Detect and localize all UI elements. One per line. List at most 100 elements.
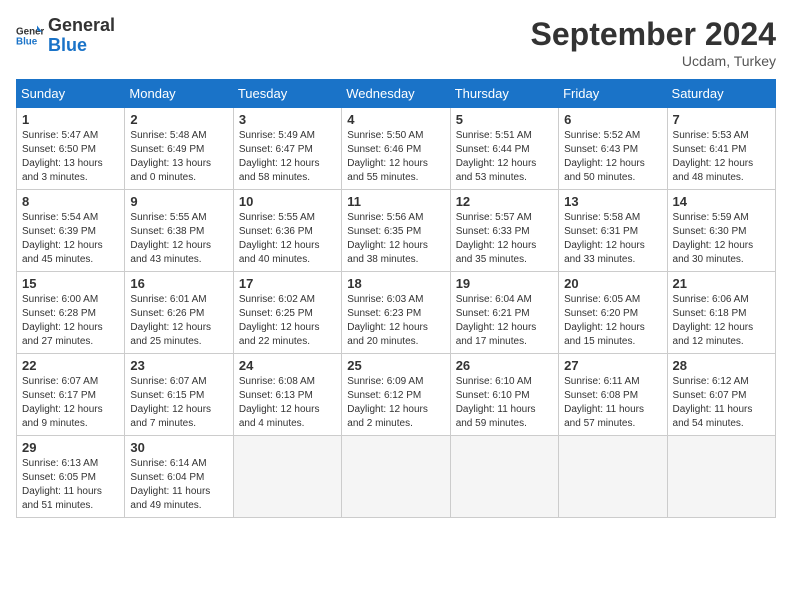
- day-cell-8: 8 Sunrise: 5:54 AM Sunset: 6:39 PM Dayli…: [17, 190, 125, 272]
- day-cell-7: 7 Sunrise: 5:53 AM Sunset: 6:41 PM Dayli…: [667, 108, 775, 190]
- svg-text:Blue: Blue: [16, 36, 38, 47]
- day-number: 4: [347, 112, 444, 127]
- day-info: Sunrise: 5:48 AM Sunset: 6:49 PM Dayligh…: [130, 129, 227, 185]
- day-info: Sunrise: 6:14 AM Sunset: 6:04 PM Dayligh…: [130, 457, 227, 513]
- calendar-table: Sunday Monday Tuesday Wednesday Thursday…: [16, 79, 776, 518]
- day-info: Sunrise: 6:08 AM Sunset: 6:13 PM Dayligh…: [239, 375, 336, 431]
- day-number: 8: [22, 194, 119, 209]
- day-number: 6: [564, 112, 661, 127]
- day-number: 24: [239, 358, 336, 373]
- weekday-header-row: Sunday Monday Tuesday Wednesday Thursday…: [17, 80, 776, 108]
- empty-cell: [450, 436, 558, 518]
- day-info: Sunrise: 6:02 AM Sunset: 6:25 PM Dayligh…: [239, 293, 336, 349]
- calendar-row: 29 Sunrise: 6:13 AM Sunset: 6:05 PM Dayl…: [17, 436, 776, 518]
- day-cell-5: 5 Sunrise: 5:51 AM Sunset: 6:44 PM Dayli…: [450, 108, 558, 190]
- day-info: Sunrise: 6:05 AM Sunset: 6:20 PM Dayligh…: [564, 293, 661, 349]
- day-cell-30: 30 Sunrise: 6:14 AM Sunset: 6:04 PM Dayl…: [125, 436, 233, 518]
- empty-cell: [233, 436, 341, 518]
- day-info: Sunrise: 5:47 AM Sunset: 6:50 PM Dayligh…: [22, 129, 119, 185]
- day-number: 21: [673, 276, 770, 291]
- day-cell-16: 16 Sunrise: 6:01 AM Sunset: 6:26 PM Dayl…: [125, 272, 233, 354]
- day-number: 12: [456, 194, 553, 209]
- day-cell-10: 10 Sunrise: 5:55 AM Sunset: 6:36 PM Dayl…: [233, 190, 341, 272]
- day-number: 30: [130, 440, 227, 455]
- day-cell-23: 23 Sunrise: 6:07 AM Sunset: 6:15 PM Dayl…: [125, 354, 233, 436]
- header-friday: Friday: [559, 80, 667, 108]
- day-info: Sunrise: 5:57 AM Sunset: 6:33 PM Dayligh…: [456, 211, 553, 267]
- day-cell-29: 29 Sunrise: 6:13 AM Sunset: 6:05 PM Dayl…: [17, 436, 125, 518]
- day-number: 29: [22, 440, 119, 455]
- day-info: Sunrise: 5:55 AM Sunset: 6:38 PM Dayligh…: [130, 211, 227, 267]
- day-cell-22: 22 Sunrise: 6:07 AM Sunset: 6:17 PM Dayl…: [17, 354, 125, 436]
- day-info: Sunrise: 6:12 AM Sunset: 6:07 PM Dayligh…: [673, 375, 770, 431]
- day-cell-11: 11 Sunrise: 5:56 AM Sunset: 6:35 PM Dayl…: [342, 190, 450, 272]
- day-number: 14: [673, 194, 770, 209]
- day-info: Sunrise: 5:58 AM Sunset: 6:31 PM Dayligh…: [564, 211, 661, 267]
- day-info: Sunrise: 6:00 AM Sunset: 6:28 PM Dayligh…: [22, 293, 119, 349]
- empty-cell: [559, 436, 667, 518]
- day-number: 18: [347, 276, 444, 291]
- day-cell-27: 27 Sunrise: 6:11 AM Sunset: 6:08 PM Dayl…: [559, 354, 667, 436]
- day-number: 20: [564, 276, 661, 291]
- day-info: Sunrise: 5:51 AM Sunset: 6:44 PM Dayligh…: [456, 129, 553, 185]
- day-cell-4: 4 Sunrise: 5:50 AM Sunset: 6:46 PM Dayli…: [342, 108, 450, 190]
- day-number: 13: [564, 194, 661, 209]
- calendar-row: 1 Sunrise: 5:47 AM Sunset: 6:50 PM Dayli…: [17, 108, 776, 190]
- day-number: 17: [239, 276, 336, 291]
- day-cell-3: 3 Sunrise: 5:49 AM Sunset: 6:47 PM Dayli…: [233, 108, 341, 190]
- calendar-row: 22 Sunrise: 6:07 AM Sunset: 6:17 PM Dayl…: [17, 354, 776, 436]
- month-title: September 2024: [531, 16, 776, 53]
- day-number: 10: [239, 194, 336, 209]
- day-info: Sunrise: 6:11 AM Sunset: 6:08 PM Dayligh…: [564, 375, 661, 431]
- day-number: 3: [239, 112, 336, 127]
- empty-cell: [667, 436, 775, 518]
- day-number: 15: [22, 276, 119, 291]
- day-cell-19: 19 Sunrise: 6:04 AM Sunset: 6:21 PM Dayl…: [450, 272, 558, 354]
- logo-icon: General Blue: [16, 22, 44, 50]
- day-info: Sunrise: 6:06 AM Sunset: 6:18 PM Dayligh…: [673, 293, 770, 349]
- day-info: Sunrise: 5:50 AM Sunset: 6:46 PM Dayligh…: [347, 129, 444, 185]
- day-info: Sunrise: 5:56 AM Sunset: 6:35 PM Dayligh…: [347, 211, 444, 267]
- day-info: Sunrise: 6:03 AM Sunset: 6:23 PM Dayligh…: [347, 293, 444, 349]
- day-info: Sunrise: 5:55 AM Sunset: 6:36 PM Dayligh…: [239, 211, 336, 267]
- day-cell-13: 13 Sunrise: 5:58 AM Sunset: 6:31 PM Dayl…: [559, 190, 667, 272]
- day-cell-15: 15 Sunrise: 6:00 AM Sunset: 6:28 PM Dayl…: [17, 272, 125, 354]
- day-info: Sunrise: 6:09 AM Sunset: 6:12 PM Dayligh…: [347, 375, 444, 431]
- day-cell-2: 2 Sunrise: 5:48 AM Sunset: 6:49 PM Dayli…: [125, 108, 233, 190]
- day-number: 26: [456, 358, 553, 373]
- day-cell-18: 18 Sunrise: 6:03 AM Sunset: 6:23 PM Dayl…: [342, 272, 450, 354]
- day-number: 7: [673, 112, 770, 127]
- day-number: 27: [564, 358, 661, 373]
- header-monday: Monday: [125, 80, 233, 108]
- day-cell-1: 1 Sunrise: 5:47 AM Sunset: 6:50 PM Dayli…: [17, 108, 125, 190]
- day-info: Sunrise: 6:13 AM Sunset: 6:05 PM Dayligh…: [22, 457, 119, 513]
- day-cell-26: 26 Sunrise: 6:10 AM Sunset: 6:10 PM Dayl…: [450, 354, 558, 436]
- location: Ucdam, Turkey: [531, 53, 776, 69]
- day-cell-9: 9 Sunrise: 5:55 AM Sunset: 6:38 PM Dayli…: [125, 190, 233, 272]
- day-number: 16: [130, 276, 227, 291]
- day-cell-28: 28 Sunrise: 6:12 AM Sunset: 6:07 PM Dayl…: [667, 354, 775, 436]
- day-info: Sunrise: 6:07 AM Sunset: 6:15 PM Dayligh…: [130, 375, 227, 431]
- day-number: 11: [347, 194, 444, 209]
- day-info: Sunrise: 6:10 AM Sunset: 6:10 PM Dayligh…: [456, 375, 553, 431]
- header-tuesday: Tuesday: [233, 80, 341, 108]
- day-info: Sunrise: 6:07 AM Sunset: 6:17 PM Dayligh…: [22, 375, 119, 431]
- day-info: Sunrise: 5:53 AM Sunset: 6:41 PM Dayligh…: [673, 129, 770, 185]
- day-number: 22: [22, 358, 119, 373]
- empty-cell: [342, 436, 450, 518]
- header-thursday: Thursday: [450, 80, 558, 108]
- day-number: 1: [22, 112, 119, 127]
- day-info: Sunrise: 5:52 AM Sunset: 6:43 PM Dayligh…: [564, 129, 661, 185]
- day-cell-14: 14 Sunrise: 5:59 AM Sunset: 6:30 PM Dayl…: [667, 190, 775, 272]
- day-cell-24: 24 Sunrise: 6:08 AM Sunset: 6:13 PM Dayl…: [233, 354, 341, 436]
- header-wednesday: Wednesday: [342, 80, 450, 108]
- day-number: 5: [456, 112, 553, 127]
- day-number: 25: [347, 358, 444, 373]
- day-number: 28: [673, 358, 770, 373]
- day-cell-20: 20 Sunrise: 6:05 AM Sunset: 6:20 PM Dayl…: [559, 272, 667, 354]
- day-cell-25: 25 Sunrise: 6:09 AM Sunset: 6:12 PM Dayl…: [342, 354, 450, 436]
- day-info: Sunrise: 5:49 AM Sunset: 6:47 PM Dayligh…: [239, 129, 336, 185]
- day-number: 2: [130, 112, 227, 127]
- day-info: Sunrise: 6:01 AM Sunset: 6:26 PM Dayligh…: [130, 293, 227, 349]
- logo-text: GeneralBlue: [48, 16, 115, 56]
